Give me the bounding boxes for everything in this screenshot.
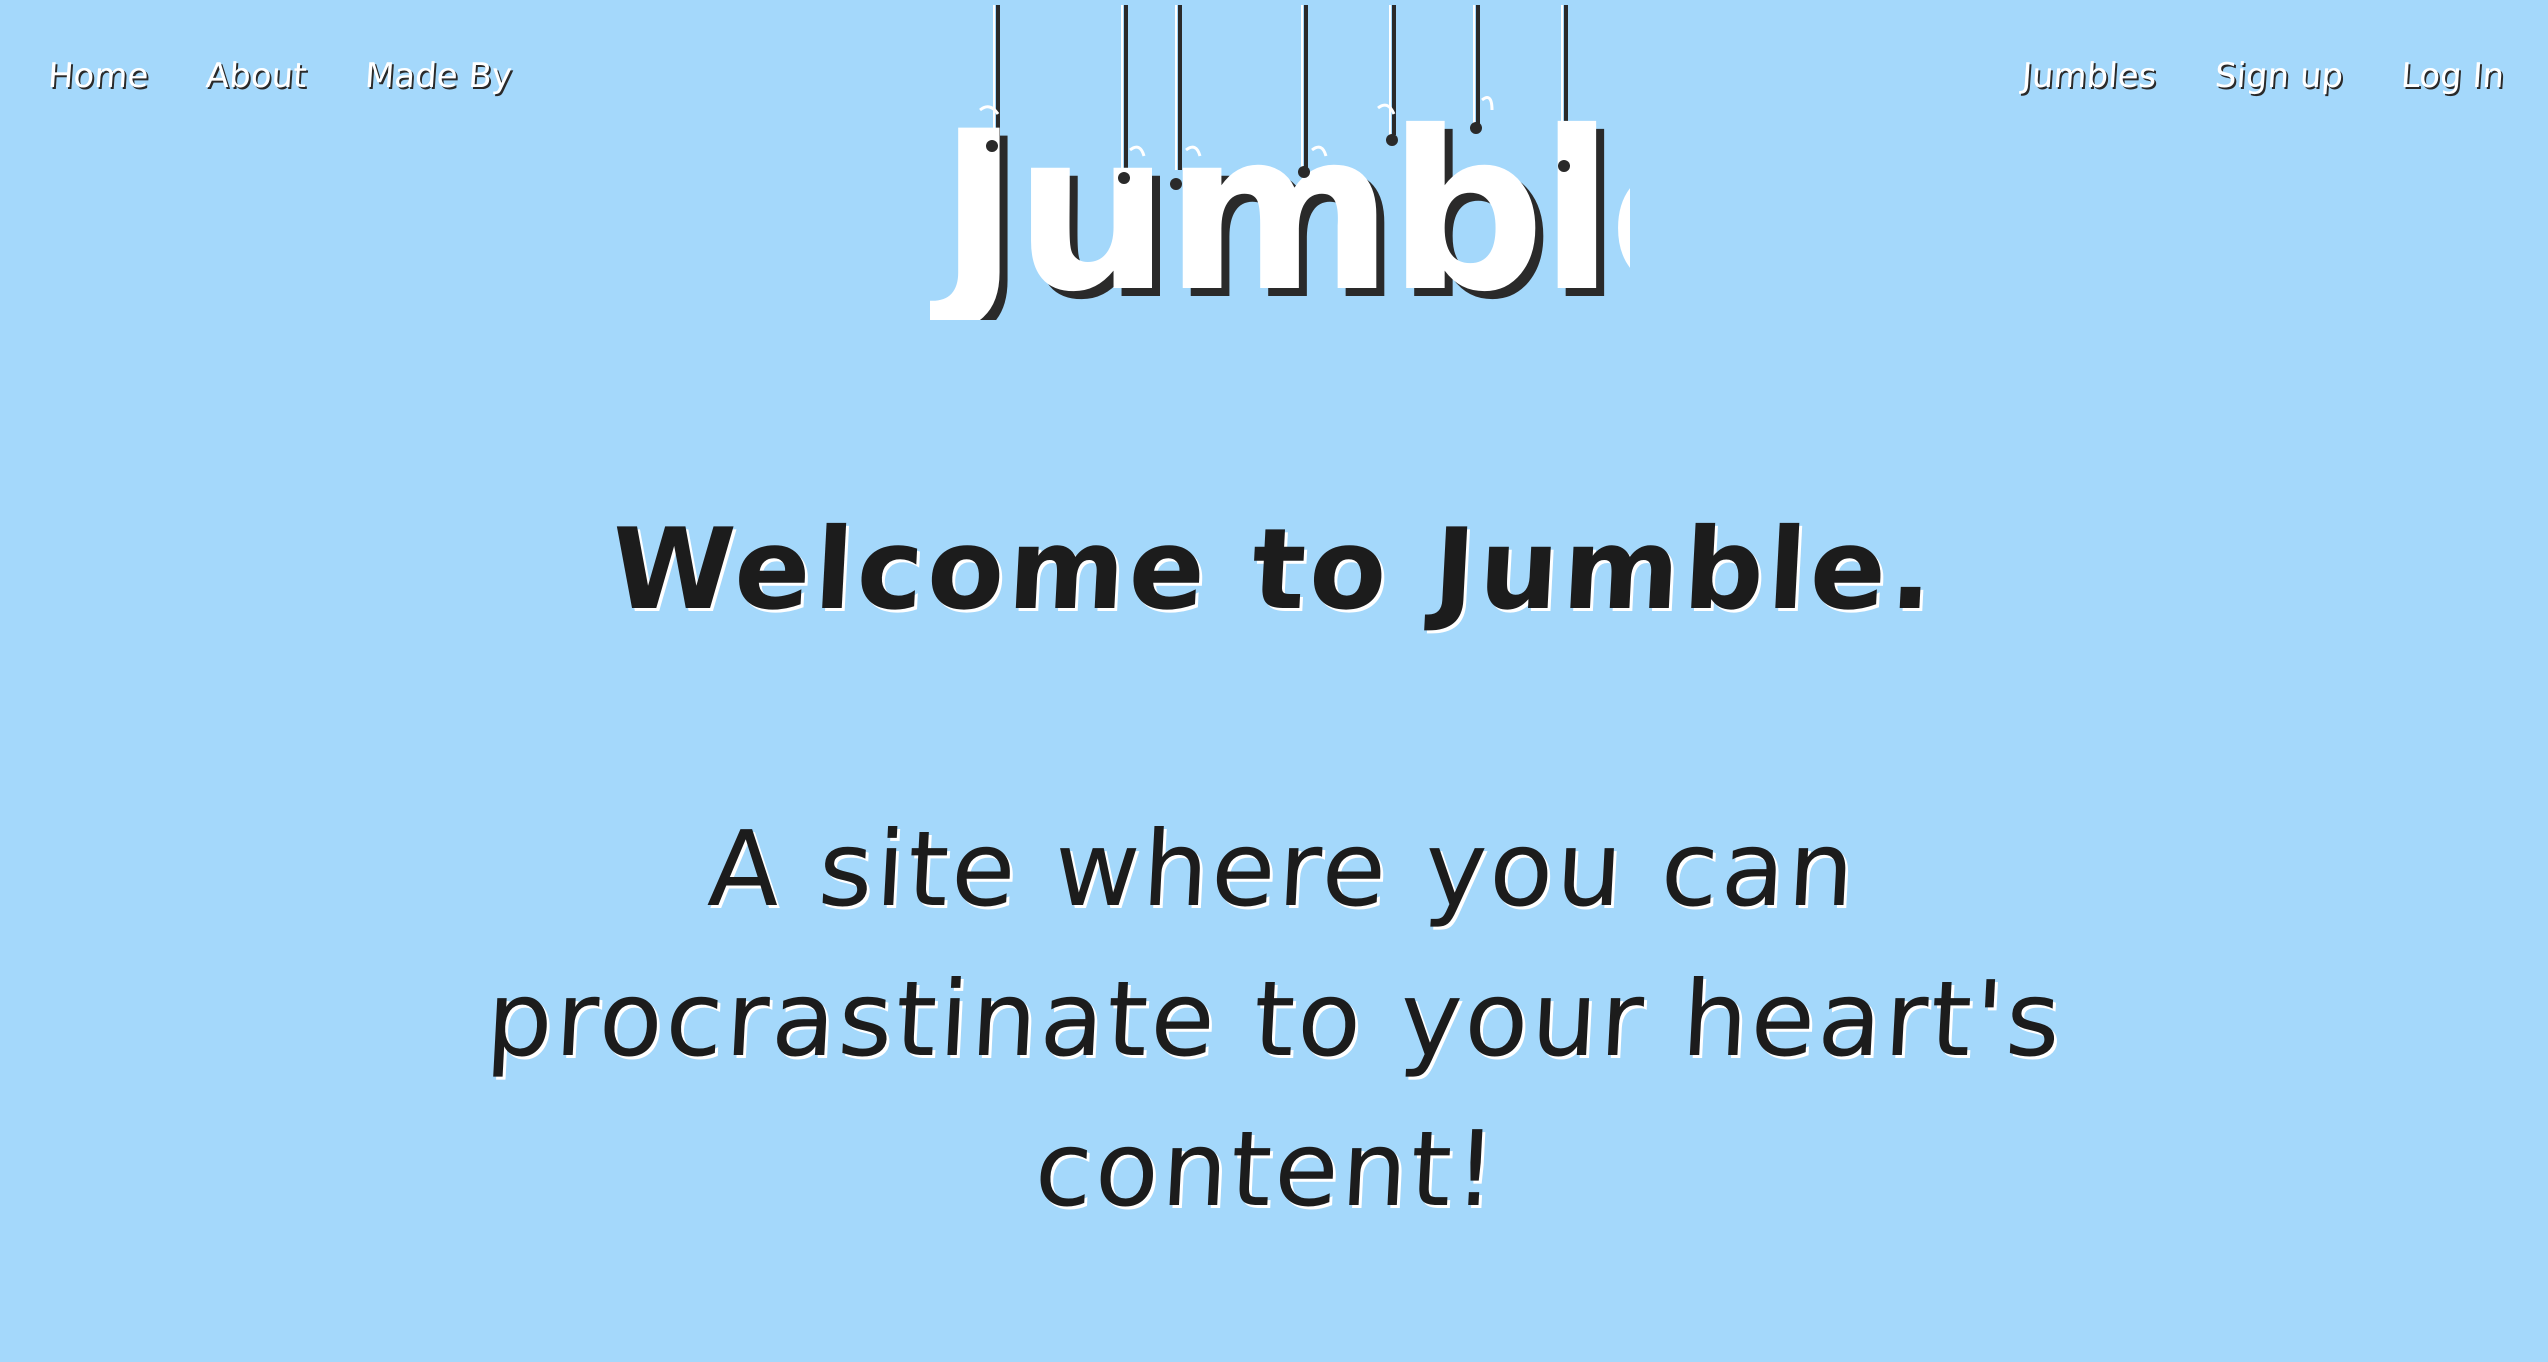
primary-nav: Home About Made By	[47, 56, 514, 96]
logo-text: Jumble	[930, 84, 1630, 320]
nav-home-link[interactable]: Home	[47, 56, 150, 96]
account-nav: Jumbles Sign up Log In	[2021, 56, 2505, 96]
nav-sign-up-link[interactable]: Sign up	[2213, 56, 2344, 96]
jumble-logo[interactable]: Jumble Jumble	[930, 0, 1630, 320]
tagline-text: A site where you can procrastinate to yo…	[483, 808, 2067, 1230]
page: Home About Made By Jumbl Jumbl Jumbles S…	[0, 0, 2548, 1362]
nav-log-in-link[interactable]: Log In	[2399, 56, 2505, 96]
nav-made-by-link[interactable]: Made By	[364, 56, 514, 96]
nav-jumbles-link[interactable]: Jumbles	[2021, 56, 2158, 96]
nav-about-link[interactable]: About	[205, 56, 308, 96]
hanging-letters-logo: Jumble Jumble	[930, 5, 1630, 320]
welcome-heading: Welcome to Jumble.	[607, 505, 1941, 636]
